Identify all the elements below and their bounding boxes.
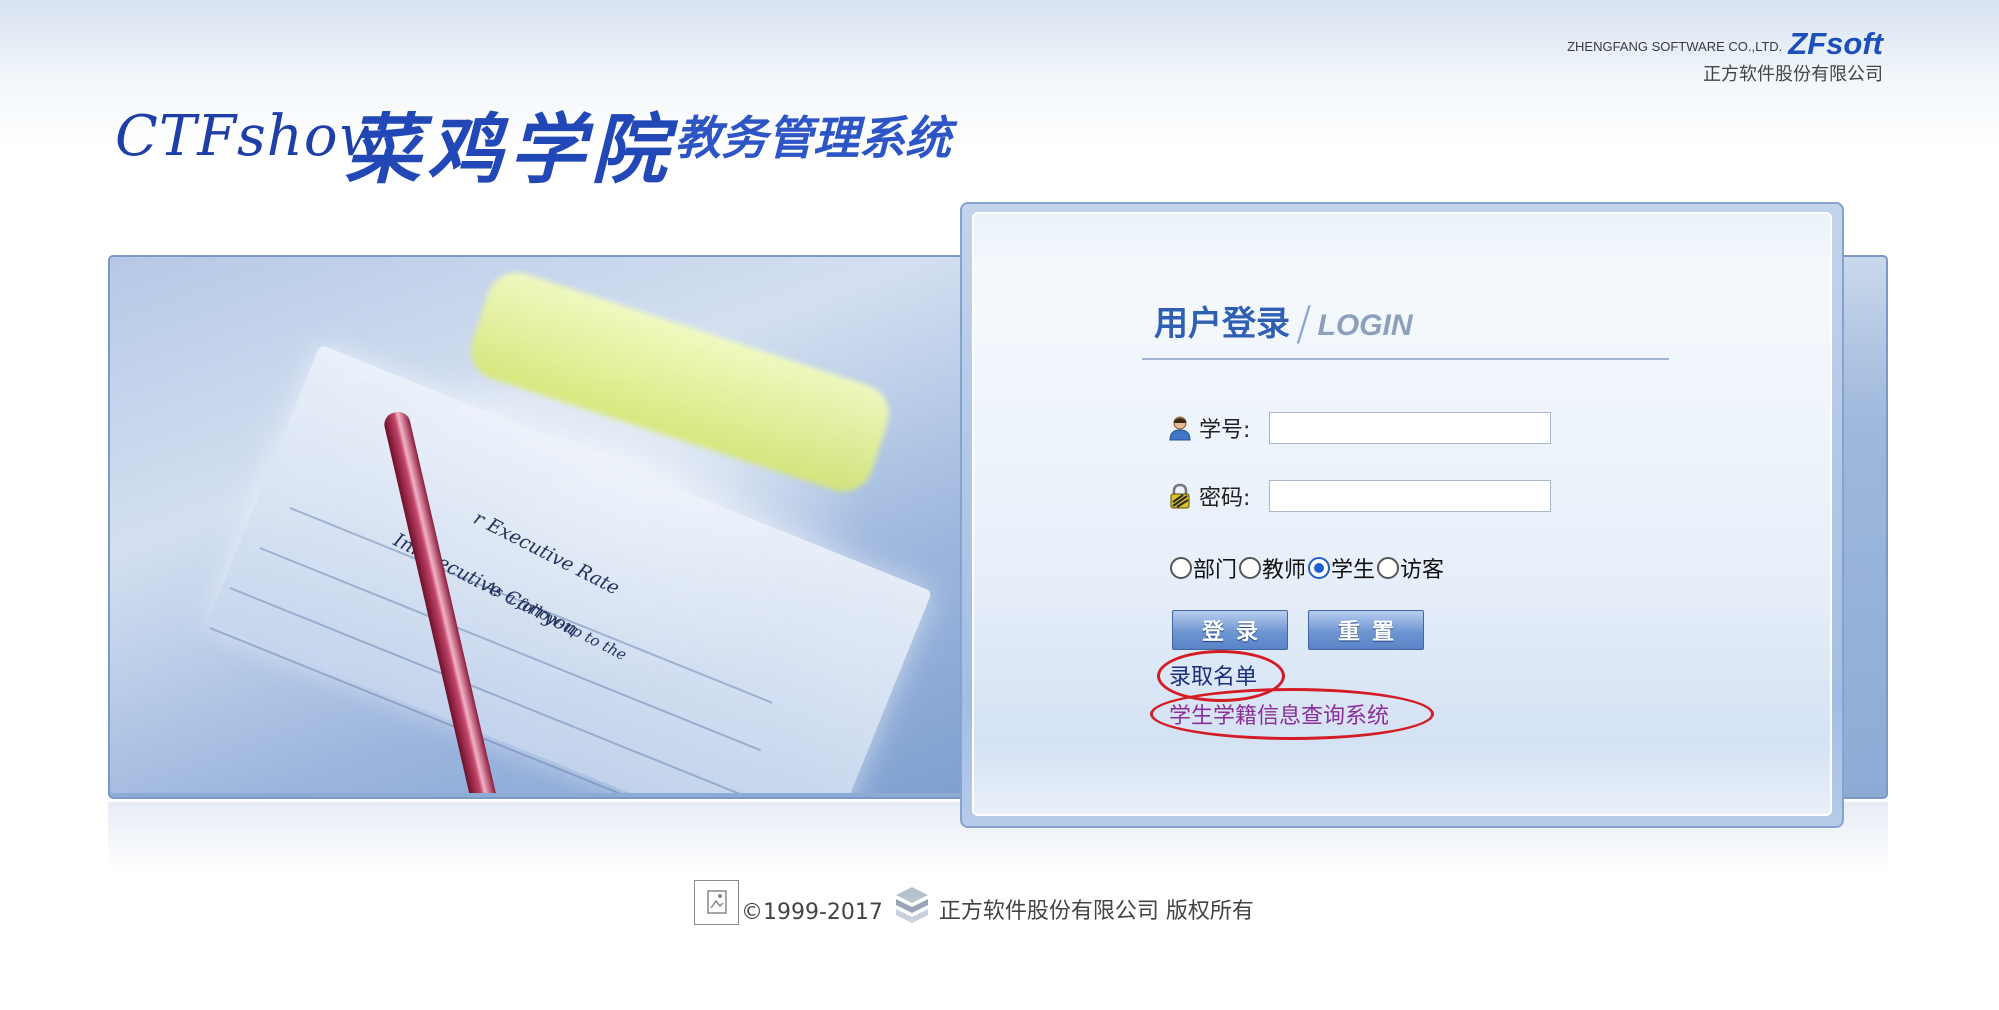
password-label: 密码: — [1199, 486, 1251, 511]
password-input[interactable] — [1269, 480, 1551, 512]
login-panel: 用户登录 / LOGIN 学号: 密码: 部门 教师 学生 访客 登录 重置 录… — [960, 202, 1844, 828]
role-teacher-label: 教师 — [1262, 558, 1307, 583]
user-icon — [1169, 416, 1191, 441]
login-title-en: LOGIN — [1317, 309, 1413, 342]
company-copyright: 正方软件股份有限公司 版权所有 — [938, 899, 1254, 924]
vendor-brand: ZFsoft — [1788, 26, 1883, 61]
footer: ©1999-2017 正方软件股份有限公司 版权所有 — [694, 880, 1254, 925]
reset-button[interactable]: 重置 — [1308, 610, 1424, 650]
login-button[interactable]: 登录 — [1172, 610, 1288, 650]
title-divider — [1142, 358, 1669, 360]
role-department-label: 部门 — [1193, 558, 1238, 583]
annotation-circle — [1150, 688, 1434, 740]
role-visitor-radio[interactable] — [1377, 557, 1400, 579]
banner-photo: r Executive Rate Inn xecutive Carryon As… — [110, 257, 968, 793]
broken-image-icon — [694, 880, 739, 925]
role-student-radio[interactable] — [1308, 557, 1331, 579]
vendor-name-en: ZHENGFANG SOFTWARE CO.,LTD. — [1567, 39, 1783, 54]
role-student[interactable]: 学生 — [1308, 552, 1375, 584]
username-label: 学号: — [1199, 418, 1251, 443]
role-department[interactable]: 部门 — [1170, 552, 1237, 584]
title-separator: / — [1296, 296, 1312, 350]
login-title-cn: 用户登录 — [1154, 304, 1290, 344]
company-logo-icon — [895, 887, 928, 923]
role-visitor[interactable]: 访客 — [1377, 552, 1444, 584]
role-student-label: 学生 — [1331, 558, 1376, 583]
role-selector: 部门 教师 学生 访客 — [1170, 552, 1446, 584]
role-teacher-radio[interactable] — [1239, 557, 1262, 579]
vendor-logo: ZHENGFANG SOFTWARE CO.,LTD. ZFsoft 正方软件股份… — [1567, 26, 1883, 86]
copyright-text: ©1999-2017 — [741, 900, 883, 925]
role-department-radio[interactable] — [1170, 557, 1192, 579]
role-visitor-label: 访客 — [1400, 558, 1445, 583]
username-input[interactable] — [1269, 412, 1551, 444]
vendor-name-cn: 正方软件股份有限公司 — [1703, 64, 1883, 85]
username-row: 学号: — [1168, 409, 1551, 447]
password-row: 密码: — [1168, 477, 1551, 515]
lock-icon — [1170, 483, 1190, 509]
role-teacher[interactable]: 教师 — [1239, 552, 1306, 584]
login-panel-inner: 用户登录 / LOGIN 学号: 密码: 部门 教师 学生 访客 登录 重置 录… — [972, 212, 1832, 816]
system-name: 教务管理系统 — [675, 111, 951, 165]
login-title: 用户登录 / LOGIN — [1154, 296, 1413, 350]
school-name: 菜鸡学院 — [345, 105, 673, 194]
